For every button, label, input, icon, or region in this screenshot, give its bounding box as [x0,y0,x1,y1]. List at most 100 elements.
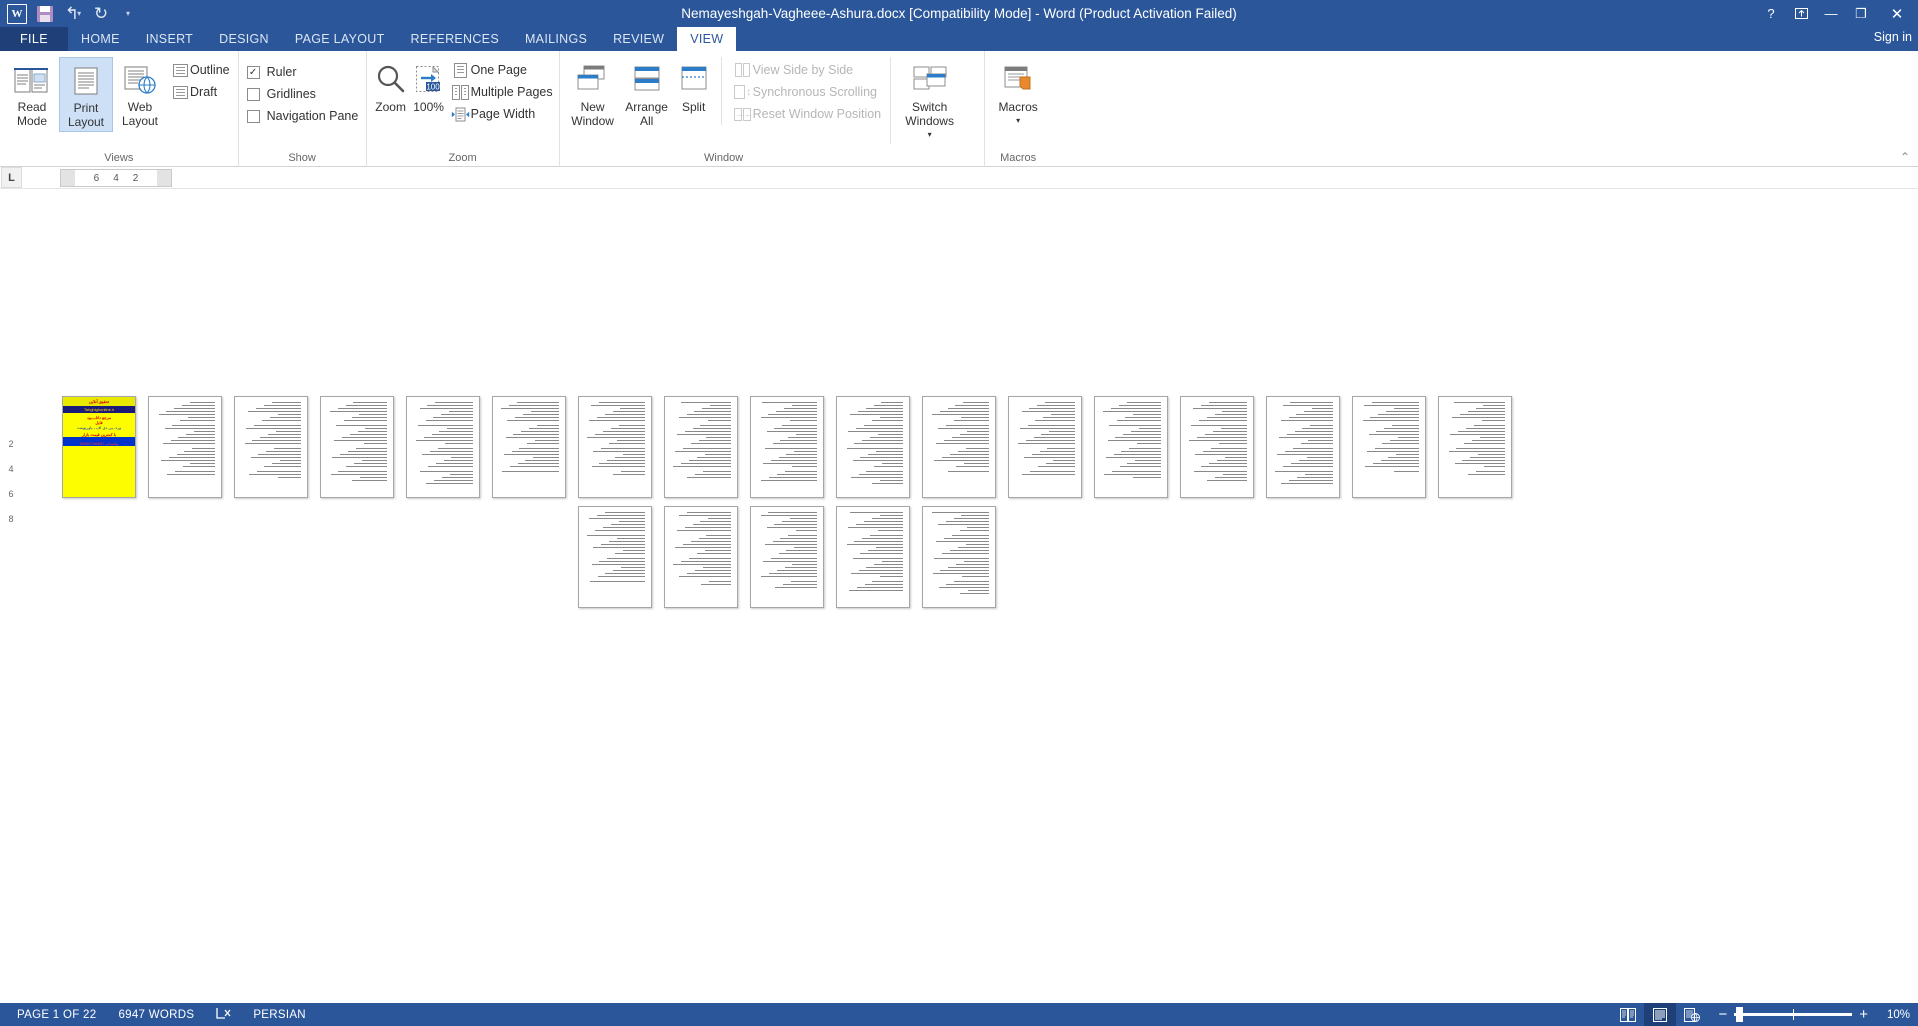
read-mode-view-button[interactable] [1612,1003,1644,1026]
outline-button[interactable]: Outline [167,59,233,81]
reset-window-position-button[interactable]: → ← Reset Window Position [730,103,885,125]
switch-windows-button[interactable]: Switch Windows ▾ [890,57,962,144]
page-thumbnails-area[interactable]: تحقیق آنلاین Tahghighonline.ir مرجع دانلــ… [0,189,1918,1003]
cover-line-title: تحقیق آنلاین [88,399,110,404]
status-bar-right[interactable]: − + 10% [1612,1003,1910,1026]
macros-button[interactable]: Macros ▾ [990,57,1047,130]
print-layout-view-button[interactable] [1644,1003,1677,1026]
redo-icon[interactable]: ↻ [88,2,114,26]
gridlines-label: Gridlines [266,87,316,101]
macros-caret-icon[interactable]: ▾ [1016,114,1020,128]
page-thumbnail[interactable] [836,396,910,498]
word-count[interactable]: 6947 WORDS [107,1009,205,1021]
ribbon-group-views: Read Mode Print Layout Web Layout Outlin… [0,51,238,167]
tab-mailings[interactable]: MAILINGS [512,27,600,51]
tab-references[interactable]: REFERENCES [398,27,512,51]
page-thumbnail[interactable] [406,396,480,498]
page-thumbnail[interactable] [1008,396,1082,498]
page-thumbnail[interactable] [664,506,738,608]
page-thumbnail[interactable] [836,506,910,608]
web-layout-button[interactable]: Web Layout [113,57,167,130]
ruler-mark-4: 4 [113,172,119,184]
page-thumbnail[interactable] [578,396,652,498]
proofing-errors-icon[interactable] [205,1007,242,1023]
tab-design[interactable]: DESIGN [206,27,282,51]
page-thumbnail[interactable] [922,396,996,498]
print-layout-button[interactable]: Print Layout [59,57,113,132]
page-thumbnail[interactable] [750,506,824,608]
one-page-button[interactable]: One Page [448,59,556,81]
read-mode-button[interactable]: Read Mode [5,57,59,130]
tab-stop-selector[interactable]: L [1,167,22,188]
tab-file[interactable]: FILE [0,27,68,51]
document-title: Nemayeshgah-Vagheee-Ashura.docx [Compati… [681,6,1237,21]
page-thumbnail[interactable] [1438,396,1512,498]
read-mode-label: Read Mode [16,100,48,128]
ribbon-group-macros: Macros ▾ Macros [983,51,1052,167]
undo-icon[interactable]: ↰ ▾ [60,2,86,26]
language-indicator[interactable]: PERSIAN [242,1009,317,1021]
new-window-button[interactable]: New Window [565,57,621,130]
zoom-100-button[interactable]: 100 100% [410,57,448,116]
page-width-button[interactable]: Page Width [448,103,556,125]
split-button[interactable]: Split [673,57,715,116]
tab-page-layout[interactable]: PAGE LAYOUT [282,27,398,51]
web-layout-view-button[interactable] [1676,1003,1708,1026]
status-bar: PAGE 1 OF 22 6947 WORDS PERSIAN − + 10% [0,1003,1918,1026]
page-thumbnail[interactable] [1266,396,1340,498]
horizontal-ruler[interactable]: 6 4 2 [60,169,172,187]
zoom-out-button[interactable]: − [1718,1007,1727,1022]
zoom-slider-track[interactable] [1734,1007,1853,1022]
tab-insert[interactable]: INSERT [133,27,206,51]
help-icon[interactable]: ? [1756,0,1786,27]
page-thumbnail[interactable] [1180,396,1254,498]
print-layout-label: Print Layout [67,101,105,129]
draft-button[interactable]: Draft [167,81,233,103]
new-window-icon [573,60,613,100]
multiple-pages-button[interactable]: Multiple Pages [448,81,556,103]
arrange-all-button[interactable]: Arrange All [621,57,673,130]
page-thumbnail[interactable] [148,396,222,498]
ruler-checkbox[interactable]: ✓ Ruler [244,61,362,83]
page-indicator[interactable]: PAGE 1 OF 22 [6,1009,107,1021]
minimize-button[interactable]: — [1816,0,1846,27]
cover-page-thumbnail[interactable]: تحقیق آنلاین Tahghighonline.ir مرجع دانلــ… [62,396,136,498]
restore-button[interactable]: ❐ [1846,0,1876,27]
gridlines-checkbox[interactable]: Gridlines [244,83,362,105]
close-button[interactable]: ✕ [1876,0,1918,27]
synchronous-scrolling-button[interactable]: ↕ Synchronous Scrolling [730,81,885,103]
customize-qat-icon[interactable]: ▾ [116,2,142,26]
zoom-in-button[interactable]: + [1859,1007,1868,1022]
page-thumbnail[interactable] [664,396,738,498]
zoom-button[interactable]: Zoom [372,57,410,116]
zoom-slider-thumb[interactable] [1736,1007,1744,1022]
page-thumbnail[interactable] [1094,396,1168,498]
outline-icon [170,63,190,77]
window-controls[interactable]: ? — ❐ ✕ [1756,0,1918,27]
zoom-slider-midpoint [1793,1009,1795,1020]
page-thumbnail[interactable] [1352,396,1426,498]
zoom-slider[interactable]: − + [1718,1007,1868,1022]
views-group-label: Views [104,152,134,164]
view-side-by-side-button[interactable]: View Side by Side [730,59,885,81]
page-thumbnail[interactable] [750,396,824,498]
ribbon-display-options-icon[interactable] [1786,0,1816,27]
quick-access-toolbar[interactable]: W ↰ ▾ ↻ ▾ [0,0,142,27]
page-thumbnail[interactable] [922,506,996,608]
tab-review[interactable]: REVIEW [600,27,677,51]
collapse-ribbon-icon[interactable]: ⌃ [1900,150,1910,164]
page-thumbnail[interactable] [578,506,652,608]
tab-view[interactable]: VIEW [677,27,737,51]
zoom-100-label: 100% [413,100,444,114]
document-workspace[interactable]: 2 4 6 8 تحقیق آنلاین Tahghighonline.ir مرج… [0,189,1918,1003]
page-thumbnail[interactable] [492,396,566,498]
page-thumbnail[interactable] [234,396,308,498]
tab-home[interactable]: HOME [68,27,133,51]
zoom-level-label[interactable]: 10% [1876,1009,1910,1021]
switch-windows-caret-icon[interactable]: ▾ [928,128,932,142]
ribbon-tab-strip[interactable]: FILE HOME INSERT DESIGN PAGE LAYOUT REFE… [0,27,1918,51]
sign-in-link[interactable]: Sign in [1874,30,1912,44]
save-icon[interactable] [32,2,58,26]
navigation-pane-checkbox[interactable]: Navigation Pane [244,105,362,127]
page-thumbnail[interactable] [320,396,394,498]
